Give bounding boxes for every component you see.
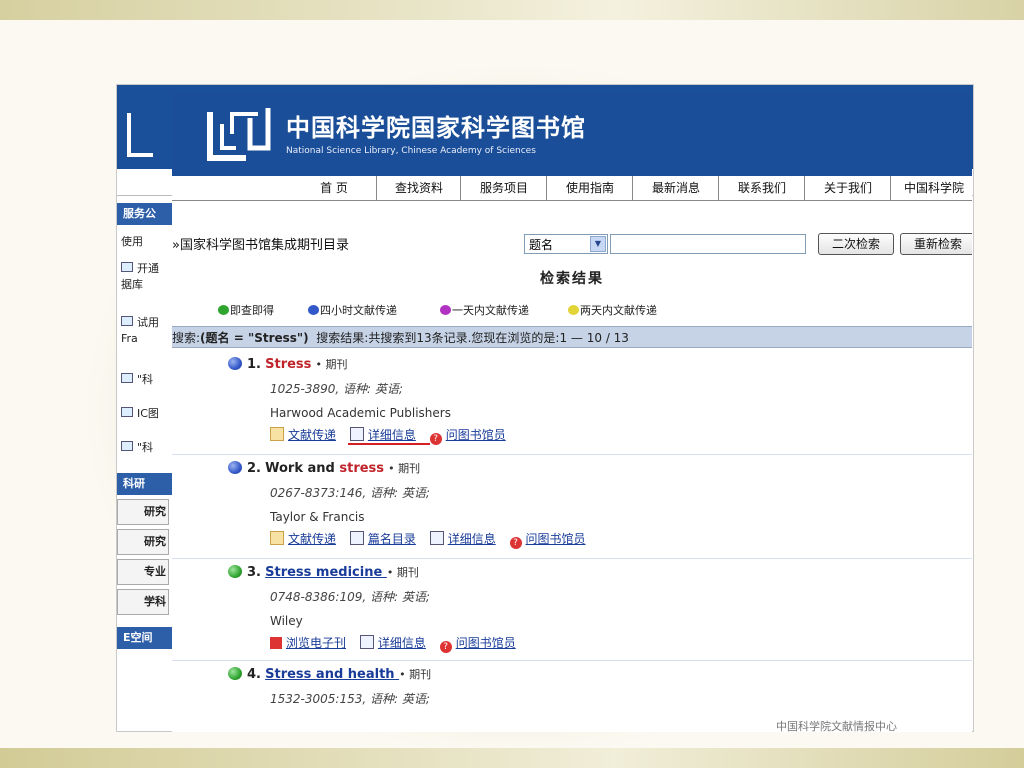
record-issn: 0748-8386:109, 语种: 英语; — [270, 590, 430, 604]
record-publisher: Taylor & Francis — [270, 510, 365, 524]
record-title[interactable]: Stress and health — [265, 667, 399, 682]
nav-news[interactable]: 最新消息 — [632, 176, 719, 200]
breadcrumb: »国家科学图书馆集成期刊目录 — [172, 238, 349, 253]
doc-icon — [121, 407, 133, 417]
doc-icon — [429, 531, 444, 545]
legend-item: 四小时文献传递 — [308, 302, 397, 318]
library-logo-icon — [207, 108, 271, 161]
details-link[interactable]: 详细信息 — [378, 636, 426, 650]
results-heading: 检索结果 — [540, 271, 604, 287]
search-keyword-input[interactable] — [610, 234, 806, 254]
back-sidebar-button[interactable]: 研究 — [117, 499, 169, 525]
result-record: 3. Stress medicine • 期刊 0748-8386:109, 语… — [172, 558, 972, 661]
nav-home[interactable]: 首 页 — [292, 176, 376, 200]
details-link[interactable]: 详细信息 — [368, 428, 416, 442]
site-title: 中国科学院国家科学图书馆 — [286, 113, 586, 142]
blue-ball-icon — [228, 461, 242, 474]
ask-librarian-link[interactable]: 问图书馆员 — [446, 428, 506, 442]
back-sidebar-item[interactable]: 开通 据库 — [117, 255, 173, 307]
details-link[interactable]: 详细信息 — [448, 532, 496, 546]
nav-guide[interactable]: 使用指南 — [546, 176, 633, 200]
back-sidebar-item[interactable]: 使用 — [117, 229, 173, 255]
chevron-down-icon[interactable]: ▼ — [590, 236, 606, 252]
record-title[interactable]: stress — [339, 461, 384, 476]
ask-librarian-link[interactable]: 问图书馆员 — [526, 532, 586, 546]
nav-contact[interactable]: 联系我们 — [718, 176, 805, 200]
footer-text: 中国科学院文献情报中心 — [776, 720, 897, 733]
search-summary-bar: 搜索:(题名 = "Stress") 搜索结果:共搜索到13条记录.您现在浏览的… — [172, 326, 972, 348]
browse-ejournal-link[interactable]: 浏览电子刊 — [286, 636, 346, 650]
doc-icon — [349, 427, 364, 441]
doc-icon — [359, 635, 374, 649]
green-ball-icon — [228, 565, 242, 578]
nav-services[interactable]: 服务项目 — [460, 176, 547, 200]
doc-icon — [121, 373, 133, 383]
record-issn: 1532-3005:153, 语种: 英语; — [270, 692, 430, 706]
new-search-button[interactable]: 重新检索 — [900, 233, 972, 255]
back-sidebar-head: 科研 — [117, 473, 173, 495]
secondary-search-button[interactable]: 二次检索 — [818, 233, 894, 255]
toc-link[interactable]: 篇名目录 — [368, 532, 416, 546]
doc-icon — [121, 441, 133, 451]
legend-item: 即查即得 — [218, 302, 274, 318]
help-icon: ? — [439, 641, 452, 653]
back-sidebar-item[interactable]: IC图 — [117, 401, 173, 427]
blue-dot-icon — [308, 305, 319, 315]
green-dot-icon — [218, 305, 229, 315]
document-delivery-link[interactable]: 文献传递 — [288, 532, 336, 546]
yellow-dot-icon — [568, 305, 579, 315]
doc-icon — [121, 316, 133, 326]
back-sidebar-head: E空间 — [117, 627, 173, 649]
back-sidebar-button[interactable]: 专业 — [117, 559, 169, 585]
mail-icon — [270, 531, 284, 545]
doc-icon — [121, 262, 133, 272]
doc-icon — [349, 531, 364, 545]
slide-bottom-bar — [0, 748, 1024, 768]
record-issn: 1025-3890, 语种: 英语; — [270, 382, 403, 396]
record-publisher: Wiley — [270, 614, 303, 628]
help-icon: ? — [509, 537, 522, 549]
back-sidebar-button[interactable]: 学科 — [117, 589, 169, 615]
back-sidebar-head: 服务公 — [117, 203, 173, 225]
search-field-select[interactable]: 题名 ▼ — [524, 234, 608, 254]
back-sidebar-item[interactable]: 试用 Fra — [117, 307, 173, 367]
legend-item: 一天内文献传递 — [440, 302, 529, 318]
purple-dot-icon — [440, 305, 451, 315]
record-title[interactable]: Stress — [265, 357, 311, 372]
main-nav: 首 页 查找资料 服务项目 使用指南 最新消息 联系我们 关于我们 中国科学院 — [172, 176, 972, 201]
green-ball-icon — [228, 667, 242, 680]
slide-top-bar — [0, 0, 1024, 20]
record-issn: 0267-8373:146, 语种: 英语; — [270, 486, 430, 500]
back-sidebar: 服务公 使用 开通 据库 试用 Fra "科 IC图 "科 科研 研究 研究 专… — [117, 203, 173, 653]
highlight-underline — [348, 443, 430, 445]
result-record: 2. Work and stress • 期刊 0267-8373:146, 语… — [172, 454, 972, 559]
legend-item: 两天内文献传递 — [568, 302, 657, 318]
site-subtitle: National Science Library, Chinese Academ… — [286, 146, 536, 156]
document-delivery-link[interactable]: 文献传递 — [288, 428, 336, 442]
nav-find[interactable]: 查找资料 — [376, 176, 461, 200]
help-icon: ? — [429, 433, 442, 445]
record-publisher: Harwood Academic Publishers — [270, 406, 451, 420]
back-logo-icon — [127, 113, 153, 157]
back-sidebar-item[interactable]: "科 — [117, 435, 173, 461]
pdf-icon — [270, 637, 282, 649]
ask-librarian-link[interactable]: 问图书馆员 — [456, 636, 516, 650]
mail-icon — [270, 427, 284, 441]
blue-ball-icon — [228, 357, 242, 370]
back-sidebar-item[interactable]: "科 — [117, 367, 173, 393]
result-record: 1. Stress • 期刊 1025-3890, 语种: 英语; Harwoo… — [172, 350, 972, 455]
nav-about[interactable]: 关于我们 — [804, 176, 891, 200]
site-header: 中国科学院国家科学图书馆 National Science Library, C… — [172, 92, 972, 176]
record-title[interactable]: Stress medicine — [265, 565, 387, 580]
library-search-window: 中国科学院国家科学图书馆 National Science Library, C… — [172, 92, 972, 732]
back-sidebar-button[interactable]: 研究 — [117, 529, 169, 555]
nav-cas[interactable]: 中国科学院 — [890, 176, 972, 200]
